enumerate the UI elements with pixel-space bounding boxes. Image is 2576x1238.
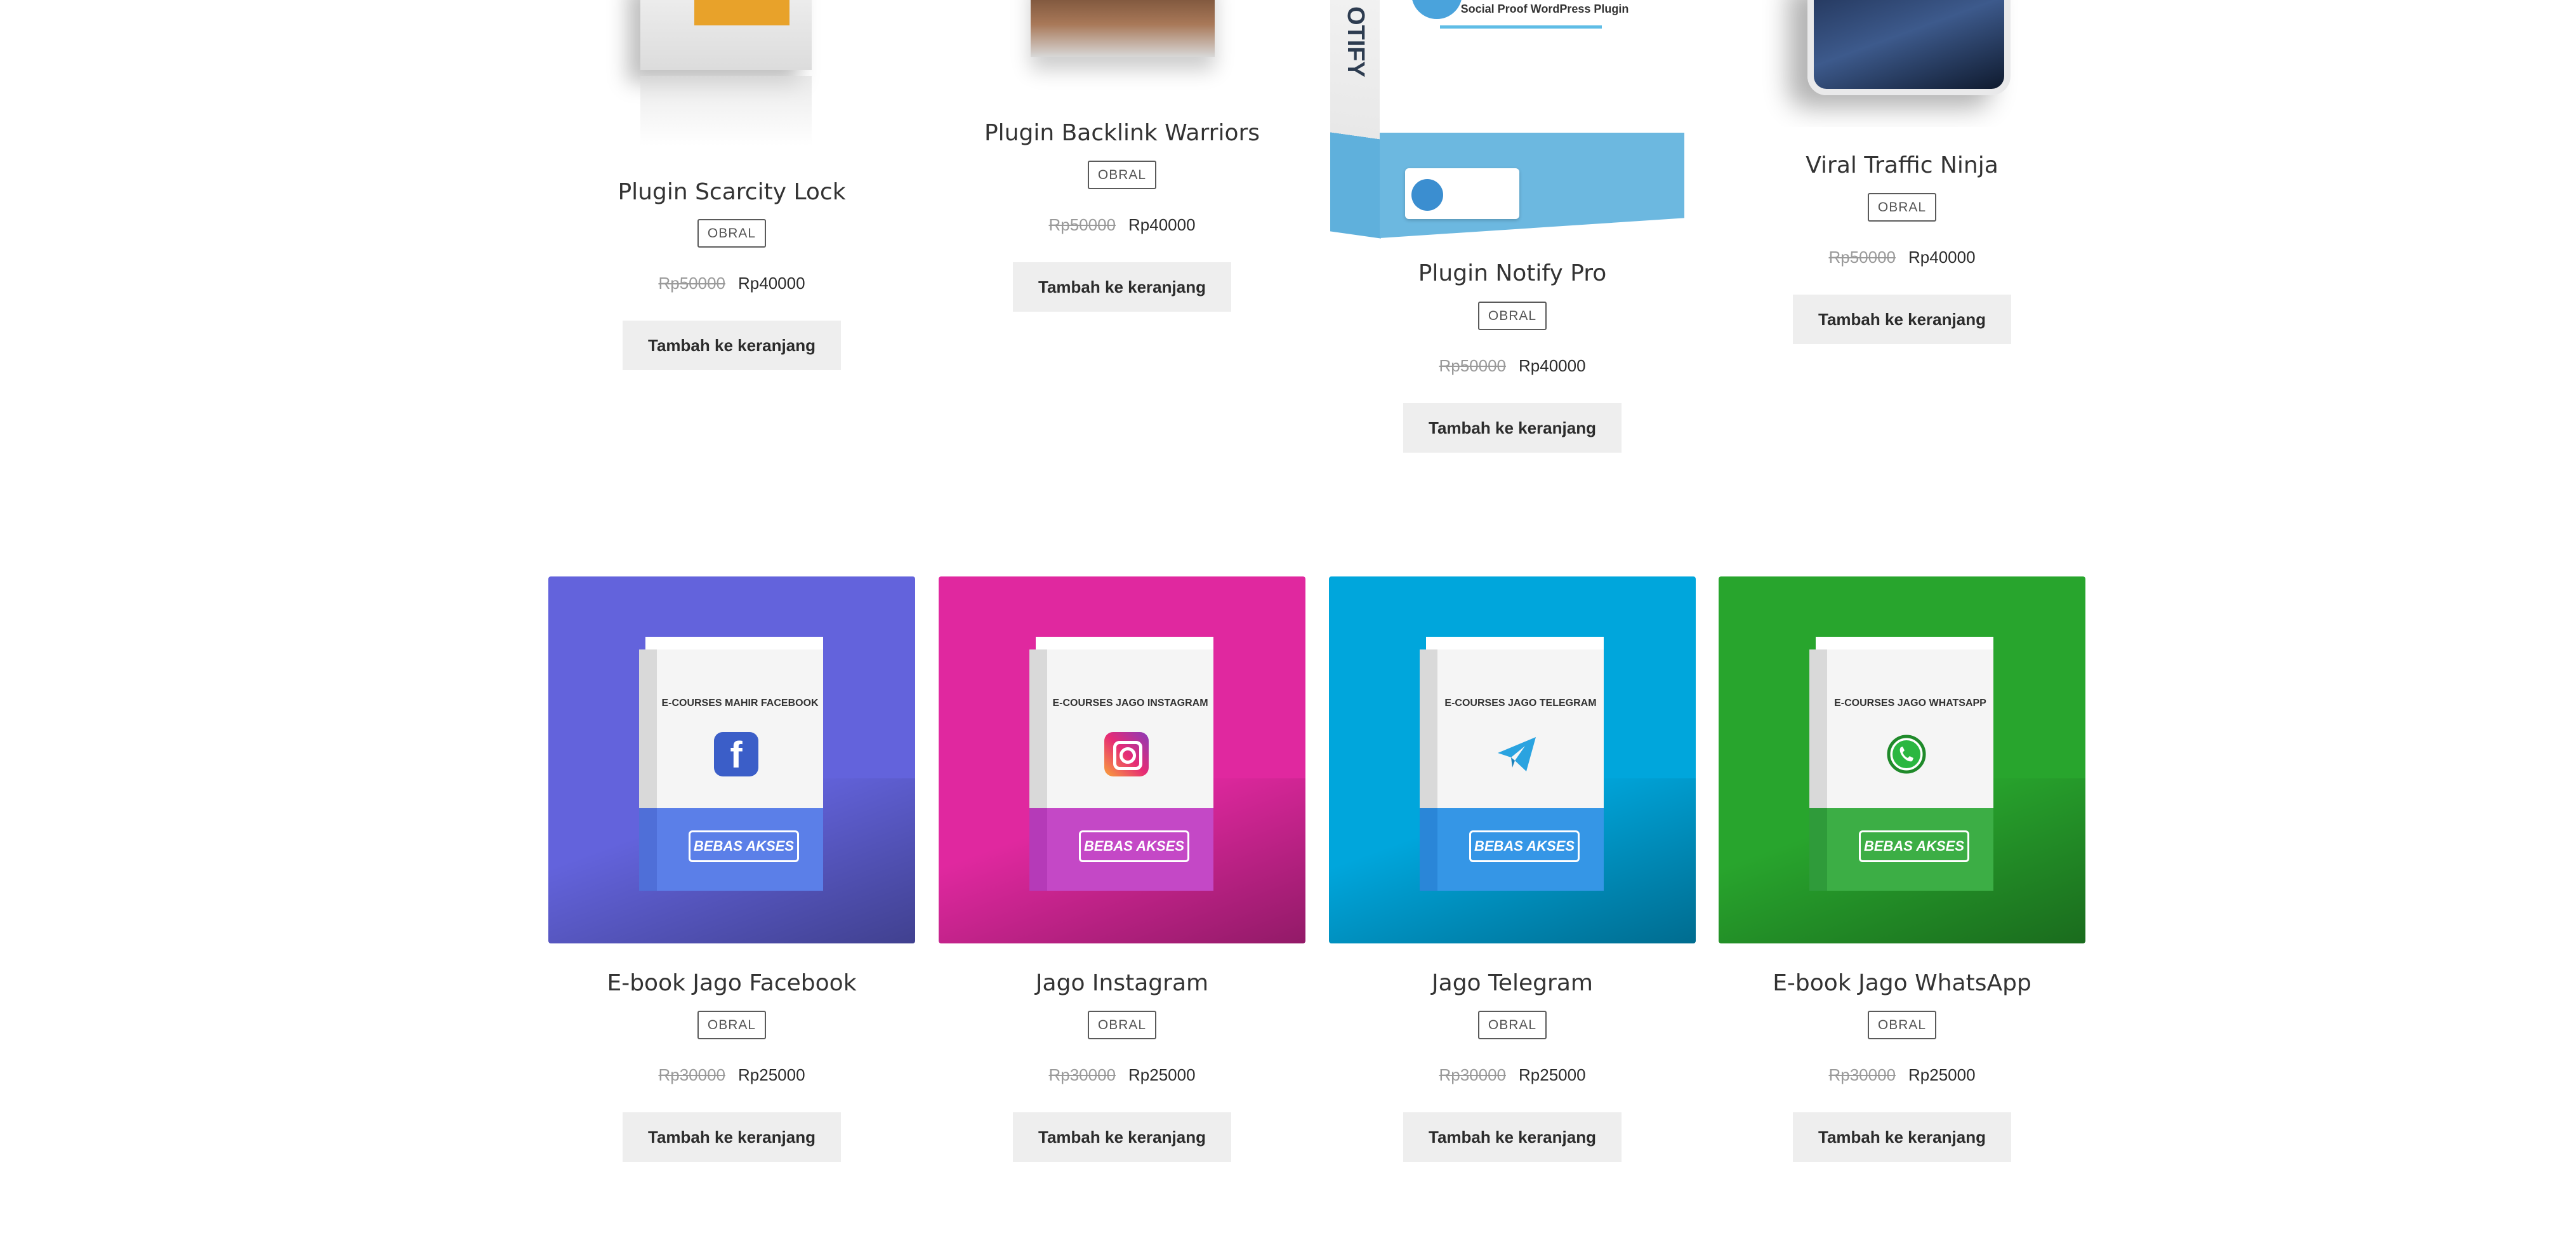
box-title: E-COURSES JAGO WHATSAPP <box>1834 698 1986 709</box>
product-price: Rp50000 Rp40000 <box>1329 357 1696 374</box>
box-band-label: BEBAS AKSES <box>1859 830 1969 862</box>
add-to-cart-button[interactable]: Tambah ke keranjang <box>1013 262 1231 312</box>
add-to-cart-button[interactable]: Tambah ke keranjang <box>1793 1112 2011 1162</box>
box-band-label: BEBAS AKSES <box>689 830 799 862</box>
add-to-cart-button[interactable]: Tambah ke keranjang <box>1793 295 2011 344</box>
box-band-label: BEBAS AKSES <box>1469 830 1580 862</box>
price-old: Rp50000 <box>658 274 725 293</box>
box-image-shape <box>1807 0 2011 95</box>
product-card: E-COURSES JAGO TELEGRAM BEBAS AKSES Jago… <box>1329 576 1696 1162</box>
box-title: E-COURSES JAGO INSTAGRAM <box>1052 698 1208 709</box>
product-image[interactable]: OTIFY Social Proof WordPress Plugin <box>1329 0 1696 241</box>
add-to-cart-button[interactable]: Tambah ke keranjang <box>1013 1112 1231 1162</box>
add-to-cart-button[interactable]: Tambah ke keranjang <box>1403 1112 1622 1162</box>
sale-badge: OBRAL <box>1477 1011 1547 1039</box>
sale-badge: OBRAL <box>697 1011 767 1039</box>
product-title[interactable]: E-book Jago Facebook <box>548 972 915 995</box>
notify-card-icon <box>1411 179 1443 211</box>
product-image[interactable]: E-COURSES JAGO WHATSAPP BEBAS AKSES <box>1719 576 2085 943</box>
box-band-label: BEBAS AKSES <box>1079 830 1189 862</box>
product-title[interactable]: Plugin Scarcity Lock <box>548 181 915 204</box>
price-old: Rp50000 <box>1439 356 1506 375</box>
product-title[interactable]: E-book Jago WhatsApp <box>1719 972 2085 995</box>
ecourse-box: E-COURSES JAGO INSTAGRAM BEBAS AKSES <box>1029 637 1213 891</box>
product-image[interactable] <box>1719 0 2085 127</box>
product-title[interactable]: Jago Instagram <box>939 972 1305 995</box>
ecourse-box: E-COURSES MAHIR FACEBOOK f BEBAS AKSES <box>639 637 823 891</box>
product-price: Rp30000 Rp25000 <box>1329 1067 1696 1083</box>
product-price: Rp50000 Rp40000 <box>939 216 1305 233</box>
box-image-shape <box>1031 0 1215 57</box>
sale-badge: OBRAL <box>1867 193 1937 222</box>
box-front-line <box>1440 25 1602 29</box>
price-old: Rp30000 <box>1439 1065 1506 1084</box>
box-title: E-COURSES MAHIR FACEBOOK <box>661 698 819 709</box>
price-new: Rp40000 <box>1128 215 1196 234</box>
price-old: Rp30000 <box>658 1065 725 1084</box>
sale-badge: OBRAL <box>1477 302 1547 330</box>
telegram-icon <box>1495 732 1539 776</box>
price-new: Rp40000 <box>738 274 805 293</box>
product-image[interactable] <box>548 0 915 152</box>
product-image[interactable]: E-COURSES JAGO TELEGRAM BEBAS AKSES <box>1329 576 1696 943</box>
product-image[interactable] <box>939 0 1305 95</box>
price-new: Rp40000 <box>1908 248 1976 267</box>
price-new: Rp25000 <box>1128 1065 1196 1084</box>
price-old: Rp50000 <box>1048 215 1116 234</box>
product-title[interactable]: Plugin Backlink Warriors <box>939 122 1305 145</box>
box-side-text: OTIFY <box>1342 6 1369 77</box>
product-card: E-COURSES MAHIR FACEBOOK f BEBAS AKSES E… <box>548 576 915 1162</box>
price-new: Rp25000 <box>1908 1065 1976 1084</box>
price-new: Rp25000 <box>1519 1065 1586 1084</box>
product-price: Rp30000 Rp25000 <box>1719 1067 2085 1083</box>
sale-badge: OBRAL <box>1087 1011 1157 1039</box>
product-image[interactable]: E-COURSES MAHIR FACEBOOK f BEBAS AKSES <box>548 576 915 943</box>
product-card: E-COURSES JAGO INSTAGRAM BEBAS AKSES Jag… <box>939 576 1305 1162</box>
product-title[interactable]: Jago Telegram <box>1329 972 1696 995</box>
product-price: Rp30000 Rp25000 <box>548 1067 915 1083</box>
instagram-icon <box>1104 732 1149 776</box>
add-to-cart-button[interactable]: Tambah ke keranjang <box>623 321 841 370</box>
product-title[interactable]: Plugin Notify Pro <box>1329 262 1696 285</box>
price-new: Rp40000 <box>1519 356 1586 375</box>
product-title[interactable]: Viral Traffic Ninja <box>1719 154 2085 177</box>
price-old: Rp30000 <box>1048 1065 1116 1084</box>
sale-badge: OBRAL <box>1867 1011 1937 1039</box>
box-label-shape <box>694 0 789 25</box>
ecourse-box: E-COURSES JAGO TELEGRAM BEBAS AKSES <box>1420 637 1604 891</box>
product-price: Rp30000 Rp25000 <box>939 1067 1305 1083</box>
add-to-cart-button[interactable]: Tambah ke keranjang <box>623 1112 841 1162</box>
sale-badge: OBRAL <box>1087 161 1157 189</box>
product-grid-page: Plugin Scarcity Lock OBRAL Rp50000 Rp4000… <box>0 0 2576 1238</box>
product-card: E-COURSES JAGO WHATSAPP BEBAS AKSES E-bo… <box>1719 576 2085 1162</box>
whatsapp-icon <box>1884 732 1929 776</box>
ecourse-box: E-COURSES JAGO WHATSAPP BEBAS AKSES <box>1809 637 1993 891</box>
sale-badge: OBRAL <box>697 219 767 248</box>
box-front-text: Social Proof WordPress Plugin <box>1460 3 1629 15</box>
box-reflection <box>640 76 812 146</box>
product-price: Rp50000 Rp40000 <box>548 275 915 291</box>
add-to-cart-button[interactable]: Tambah ke keranjang <box>1403 403 1622 453</box>
box-title: E-COURSES JAGO TELEGRAM <box>1444 698 1597 709</box>
product-price: Rp50000 Rp40000 <box>1719 249 2085 265</box>
product-image[interactable]: E-COURSES JAGO INSTAGRAM BEBAS AKSES <box>939 576 1305 943</box>
price-old: Rp50000 <box>1828 248 1896 267</box>
price-new: Rp25000 <box>738 1065 805 1084</box>
facebook-icon: f <box>714 732 758 776</box>
price-old: Rp30000 <box>1828 1065 1896 1084</box>
